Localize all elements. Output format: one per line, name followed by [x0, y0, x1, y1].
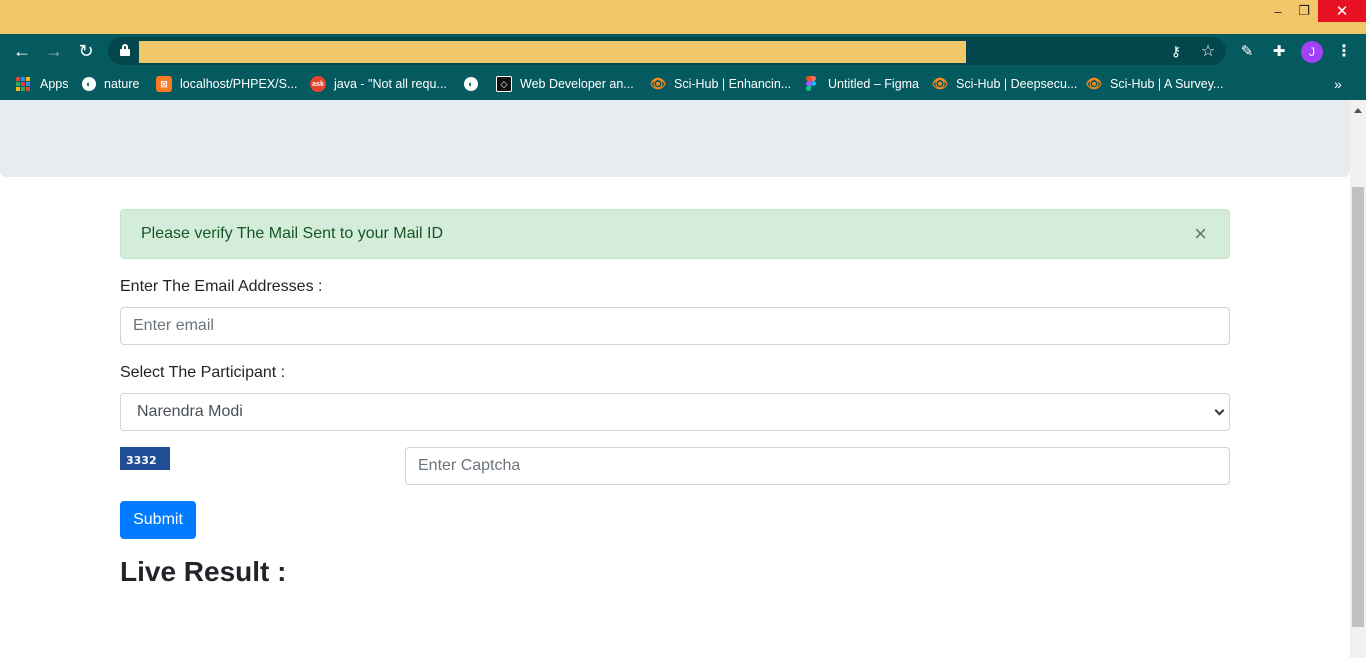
scihub-icon: 👁: [649, 76, 667, 91]
participant-select[interactable]: Narendra Modi: [120, 393, 1230, 431]
email-input[interactable]: [120, 307, 1230, 345]
url-redacted[interactable]: [139, 41, 966, 63]
scroll-up-arrow-icon[interactable]: [1354, 108, 1362, 113]
participant-selected-value: Narendra Modi: [137, 403, 243, 420]
chevron-down-icon: [1214, 405, 1225, 416]
bookmark-scihub-enhancing[interactable]: 👁 Sci-Hub | Enhancin...: [650, 68, 791, 100]
bookmark-globe[interactable]: ◐: [464, 68, 486, 100]
scihub-icon: 👁: [1085, 76, 1103, 91]
email-label: Enter The Email Addresses :: [120, 278, 323, 295]
figma-icon: [806, 76, 816, 92]
back-button[interactable]: ←: [10, 40, 34, 62]
bookmark-label: Sci-Hub | Enhancin...: [674, 77, 792, 91]
participant-label: Select The Participant :: [120, 364, 286, 381]
ask-icon: ask: [310, 76, 326, 92]
bookmark-label: java - "Not all requ...: [334, 77, 447, 91]
globe-icon: ◐: [82, 77, 96, 91]
extensions-puzzle-icon[interactable]: ✚: [1268, 40, 1290, 62]
captcha-input[interactable]: [405, 447, 1230, 485]
bookmark-java[interactable]: ask java - "Not all requ...: [310, 68, 447, 100]
xampp-icon: ⊠: [156, 76, 172, 92]
page-scrollbar[interactable]: [1350, 100, 1366, 658]
alert-close-button[interactable]: ×: [1194, 223, 1207, 245]
lock-icon[interactable]: [120, 44, 130, 56]
bookmark-label: Web Developer an...: [520, 77, 634, 91]
submit-button[interactable]: Submit: [120, 501, 196, 539]
bookmark-label: Sci-Hub | A Survey...: [1110, 77, 1224, 91]
globe-icon: ◐: [464, 77, 478, 91]
webdev-icon: ◇: [496, 76, 512, 92]
browser-menu-icon[interactable]: ⋮: [1333, 40, 1355, 62]
bookmarks-bar: Apps ◐ nature ⊠ localhost/PHPEX/S... ask…: [0, 68, 1366, 100]
bookmark-web-developer[interactable]: ◇ Web Developer an...: [496, 68, 634, 100]
bookmark-apps[interactable]: Apps: [16, 68, 69, 100]
page-header-jumbotron: [0, 100, 1350, 177]
scrollbar-thumb[interactable]: [1352, 187, 1364, 627]
bookmark-label: nature: [104, 77, 140, 91]
browser-toolbar: ← → ↻ ⚷ ☆ ✎ ✚ J ⋮: [0, 34, 1366, 68]
bookmark-nature[interactable]: ◐ nature: [82, 68, 139, 100]
profile-avatar[interactable]: J: [1301, 41, 1323, 63]
success-alert: Please verify The Mail Sent to your Mail…: [120, 209, 1230, 259]
apps-icon: [16, 77, 30, 91]
more-bookmarks-button[interactable]: »: [1334, 68, 1342, 100]
captcha-image: 3332: [120, 447, 170, 470]
bookmark-label: localhost/PHPEX/S...: [180, 77, 298, 91]
page-content: Please verify The Mail Sent to your Mail…: [0, 100, 1350, 658]
bookmark-scihub-survey[interactable]: 👁 Sci-Hub | A Survey...: [1085, 68, 1224, 100]
scihub-icon: 👁: [931, 76, 949, 91]
bookmark-figma[interactable]: Untitled – Figma: [806, 68, 919, 100]
reload-button[interactable]: ↻: [74, 40, 98, 62]
forward-button[interactable]: →: [42, 40, 66, 62]
pen-extension-icon[interactable]: ✎: [1236, 40, 1258, 62]
bookmark-scihub-deepsecu[interactable]: 👁 Sci-Hub | Deepsecu...: [931, 68, 1078, 100]
bookmark-label: Apps: [40, 77, 69, 91]
bookmark-label: Sci-Hub | Deepsecu...: [956, 77, 1078, 91]
address-bar[interactable]: ⚷ ☆: [108, 37, 1226, 65]
live-result-heading: Live Result :: [120, 556, 287, 587]
bookmark-localhost[interactable]: ⊠ localhost/PHPEX/S...: [156, 68, 297, 100]
close-window-button[interactable]: ✕: [1318, 0, 1366, 22]
alert-message: Please verify The Mail Sent to your Mail…: [141, 225, 444, 242]
star-icon[interactable]: ☆: [1198, 41, 1218, 61]
bookmark-label: Untitled – Figma: [828, 77, 920, 91]
key-icon[interactable]: ⚷: [1166, 41, 1186, 61]
window-title-bar: – ❐ ✕: [0, 0, 1366, 34]
